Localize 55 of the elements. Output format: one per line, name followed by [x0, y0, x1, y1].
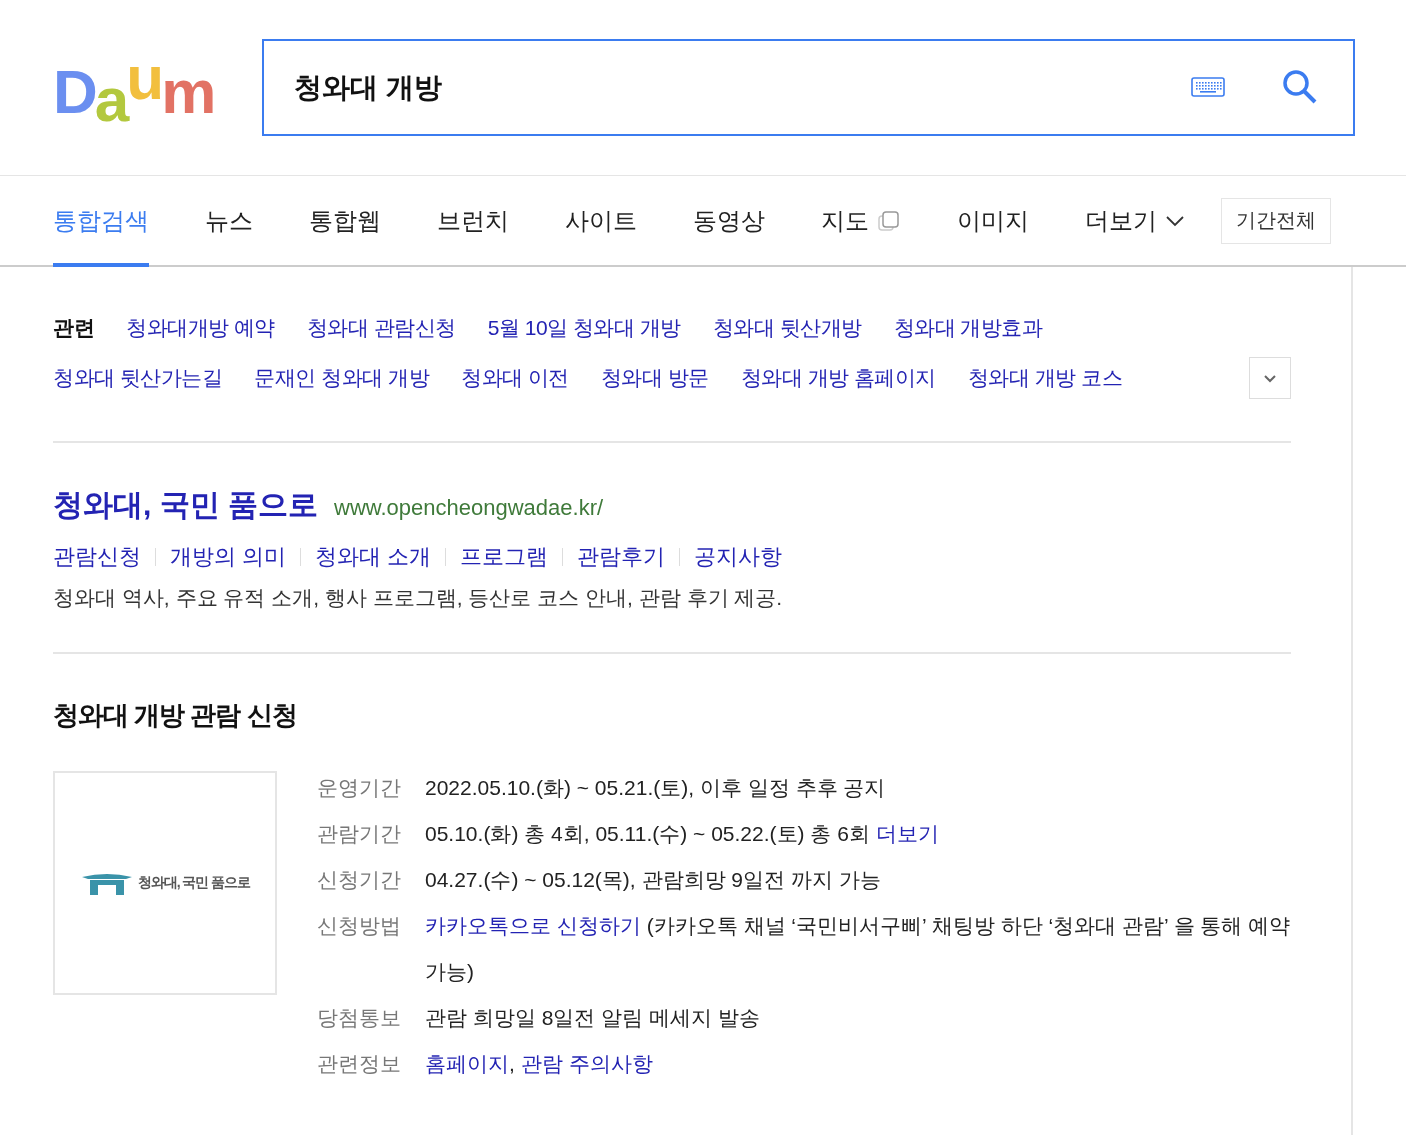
- search-tab[interactable]: 지도: [821, 174, 901, 267]
- related-search-link[interactable]: 청와대 개방 코스: [967, 353, 1123, 403]
- search-tab[interactable]: 통합검색: [53, 174, 149, 267]
- search-tab[interactable]: 통합웹: [309, 174, 381, 267]
- sitelink[interactable]: 청와대 소개: [315, 542, 432, 572]
- sitelink[interactable]: 개방의 의미: [170, 542, 287, 572]
- new-window-icon: [877, 208, 901, 233]
- related-search-link[interactable]: 문재인 청와대 개방: [254, 353, 429, 403]
- related-search-link[interactable]: 청와대 뒷산개방: [712, 303, 862, 353]
- search-field[interactable]: 청와대 개방: [262, 39, 1355, 136]
- related-label: 관련: [53, 315, 94, 341]
- info-link[interactable]: 카카오톡으로 신청하기: [425, 914, 641, 937]
- related-search-link[interactable]: 청와대 개방효과: [893, 303, 1043, 353]
- keyboard-icon[interactable]: [1191, 77, 1225, 97]
- info-value: 카카오톡으로 신청하기 (카카오톡 채널 ‘국민비서구삐’ 채팅방 하단 ‘청와대 관람’ 을 통해 예약 가능): [425, 913, 1292, 985]
- info-link[interactable]: 홈페이지: [425, 1052, 509, 1075]
- info-link[interactable]: 관람 주의사항: [520, 1052, 653, 1075]
- related-search-link[interactable]: 청와대 관람신청: [306, 303, 456, 353]
- result-description: 청와대 역사, 주요 유적 소개, 행사 프로그램, 등산로 코스 안내, 관람 후기 제공.: [53, 585, 784, 611]
- info-link[interactable]: 더보기: [875, 822, 939, 845]
- related-search-link[interactable]: 청와대 개방 홈페이지: [740, 353, 936, 403]
- related-search-link[interactable]: 5월 10일 청와대 개방: [487, 303, 681, 353]
- related-search-link[interactable]: 청와대 방문: [600, 353, 709, 403]
- related-search-link[interactable]: 청와대 뒷산가는길: [53, 353, 223, 403]
- info-label: 관련정보: [317, 1051, 401, 1077]
- info-label: 관람기간: [317, 821, 401, 847]
- sitelink[interactable]: 프로그램: [460, 542, 549, 572]
- info-label: 당첨통보: [317, 1005, 401, 1031]
- info-value: 홈페이지, 관람 주의사항: [425, 1051, 654, 1077]
- related-search-link[interactable]: 청와대개방 예약: [126, 303, 275, 353]
- info-value: 2022.05.10.(화) ~ 05.21.(토), 이후 일정 추후 공지: [425, 775, 887, 801]
- chevron-down-icon: [1165, 214, 1185, 227]
- sitelink[interactable]: 관람후기: [577, 542, 666, 572]
- related-search-link[interactable]: 청와대 이전: [461, 353, 569, 403]
- search-tab[interactable]: 사이트: [565, 174, 637, 267]
- chevron-down-icon: [1263, 373, 1277, 383]
- search-tab[interactable]: 동영상: [693, 174, 765, 267]
- result-title-link[interactable]: 청와대, 국민 품으로: [53, 485, 318, 526]
- search-icon[interactable]: [1282, 69, 1318, 105]
- thumbnail-caption: 청와대, 국민 품으로: [137, 874, 251, 892]
- period-filter-button[interactable]: 기간전체: [1221, 197, 1331, 244]
- sitelink[interactable]: 공지사항: [694, 542, 783, 572]
- sitelink[interactable]: 관람신청: [53, 542, 141, 572]
- search-tab[interactable]: 이미지: [957, 174, 1029, 267]
- info-value: 관람 희망일 8일전 알림 메세지 발송: [425, 1005, 761, 1031]
- search-tab[interactable]: 더보기: [1085, 174, 1185, 267]
- info-label: 신청방법: [317, 913, 401, 939]
- result-url[interactable]: www.opencheongwadae.kr/: [334, 495, 604, 521]
- info-value: 04.27.(수) ~ 05.12(목), 관람희망 9일전 까지 가능: [425, 867, 882, 893]
- search-tab[interactable]: 브런치: [437, 174, 509, 267]
- info-label: 신청기간: [317, 867, 401, 893]
- search-tab[interactable]: 뉴스: [205, 174, 253, 267]
- section-title: 청와대 개방 관람 신청: [53, 699, 298, 732]
- info-value: 05.10.(화) 총 4회, 05.11.(수) ~ 05.22.(토) 총 6회 더보기: [425, 821, 940, 847]
- info-label: 운영기간: [317, 775, 401, 801]
